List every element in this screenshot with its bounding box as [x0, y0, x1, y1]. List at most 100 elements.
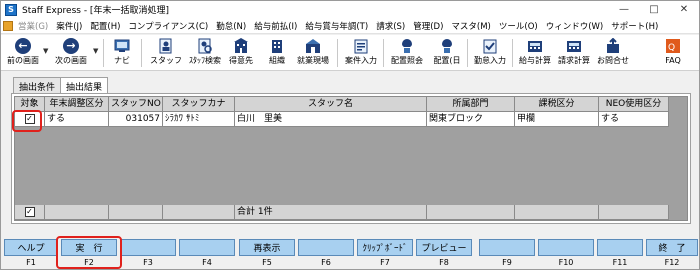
staff-search-button[interactable]: ｽﾀｯﾌ検索	[185, 37, 225, 69]
grid-header-row: 対象 年末調整区分 スタッフNO スタッフカナ スタッフ名 所属部門 課税区分 …	[15, 97, 669, 112]
maximize-icon[interactable]: □	[639, 1, 669, 18]
footer-cell	[163, 205, 235, 220]
svg-text:Q: Q	[668, 43, 675, 53]
cell-staff-no: 031057	[109, 112, 163, 127]
f1-key-label: F1	[26, 258, 36, 267]
tab-conditions[interactable]: 抽出条件	[13, 77, 62, 93]
faq-button[interactable]: Q FAQ	[659, 37, 687, 69]
col-tax[interactable]: 課税区分	[515, 97, 599, 112]
billing-icon	[565, 37, 583, 54]
minimize-icon[interactable]: —	[609, 1, 639, 18]
f6-button[interactable]	[298, 239, 354, 256]
forward-label: 次の画面	[55, 56, 87, 65]
org-label: 組織	[269, 56, 285, 65]
f11-key-label: F11	[612, 258, 628, 267]
org-icon	[268, 37, 286, 54]
menu-tools[interactable]: ツール(O)	[495, 20, 542, 32]
f7-clipboard-button[interactable]: ｸﾘｯﾌﾟﾎﾞｰﾄﾞ	[357, 239, 413, 256]
f4-button[interactable]	[179, 239, 235, 256]
staff-search-icon	[196, 37, 214, 54]
close-icon[interactable]: ✕	[669, 1, 699, 18]
title-bar: S Staff Express - [年末一括取消処理] — □ ✕	[1, 1, 699, 18]
client-label: 得意先	[229, 56, 253, 65]
forward-dropdown-icon[interactable]: ▼	[93, 47, 98, 55]
menu-logo-icon	[3, 20, 13, 31]
staff-button[interactable]: スタッフ	[150, 37, 182, 69]
assign-ref-button[interactable]: 配置照会	[387, 37, 427, 69]
col-staff-name[interactable]: スタッフ名	[235, 97, 427, 112]
faq-label: FAQ	[665, 56, 681, 65]
menu-assign[interactable]: 配置(H)	[86, 20, 124, 32]
footer-cell	[599, 205, 669, 220]
menu-attendance[interactable]: 勤怠(N)	[212, 20, 250, 32]
back-dropdown-icon[interactable]: ▼	[43, 47, 48, 55]
tab-results[interactable]: 抽出結果	[60, 77, 109, 94]
app-window: S Staff Express - [年末一括取消処理] — □ ✕ 営業(G)…	[0, 0, 700, 270]
menu-payroll[interactable]: 給与賞与年調(T)	[301, 20, 372, 32]
menu-compliance[interactable]: コンプライアンス(C)	[124, 20, 212, 32]
back-button[interactable]: ← 前の画面	[3, 37, 43, 69]
cell-staff-kana: ｼﾗｶﾜ ｻﾄﾐ	[163, 112, 235, 127]
f9-key-label: F9	[502, 258, 512, 267]
table-row[interactable]: ✓ する 031057 ｼﾗｶﾜ ｻﾄﾐ 白川 里美 関東ブロック 甲欄 する	[15, 112, 669, 127]
menu-admin[interactable]: 管理(D)	[409, 20, 447, 32]
f5-refresh-button[interactable]: 再表示	[239, 239, 295, 256]
menu-master[interactable]: マスタ(M)	[447, 20, 494, 32]
toolbar-divider	[467, 39, 468, 67]
menu-window[interactable]: ウィンドウ(W)	[542, 20, 608, 32]
f4-key-label: F4	[202, 258, 212, 267]
menu-sales[interactable]: 営業(G)	[14, 20, 52, 32]
menu-billing[interactable]: 請求(S)	[372, 20, 409, 32]
col-neo[interactable]: NEO使用区分	[599, 97, 669, 112]
col-staff-kana[interactable]: スタッフカナ	[163, 97, 235, 112]
payroll-icon	[526, 37, 544, 54]
f9-button[interactable]	[479, 239, 535, 256]
menu-support[interactable]: サポート(H)	[607, 20, 662, 32]
f1-help-button[interactable]: ヘルプ	[4, 239, 58, 256]
select-all-checkbox[interactable]: ✓	[24, 207, 35, 217]
footer-cell	[109, 205, 163, 220]
org-button[interactable]: 組織	[265, 37, 289, 69]
f5-key-label: F5	[262, 258, 272, 267]
f8-preview-button[interactable]: プレビュー	[416, 239, 472, 256]
inquiry-button[interactable]: お問合せ	[593, 37, 633, 69]
f7-key-label: F7	[380, 258, 390, 267]
site-button[interactable]: 就業現場	[293, 37, 333, 69]
toolbar-divider	[103, 39, 104, 67]
case-input-button[interactable]: 案件入力	[341, 37, 381, 69]
footer-total: 合計 1件	[235, 205, 427, 220]
f11-button[interactable]	[597, 239, 643, 256]
footer-checkbox-cell[interactable]: ✓	[15, 205, 45, 220]
f8-key-label: F8	[439, 258, 449, 267]
navi-button[interactable]: ナビ	[109, 37, 135, 69]
toolbar-divider	[383, 39, 384, 67]
menu-case[interactable]: 案件(J)	[52, 20, 86, 32]
col-dept[interactable]: 所属部門	[427, 97, 515, 112]
f3-button[interactable]	[120, 239, 176, 256]
f12-exit-button[interactable]: 終 了	[646, 239, 698, 256]
window-title: Staff Express - [年末一括取消処理]	[22, 6, 169, 16]
results-grid: 対象 年末調整区分 スタッフNO スタッフカナ スタッフ名 所属部門 課税区分 …	[14, 96, 688, 221]
inquiry-icon	[604, 37, 622, 54]
assign-ref-icon	[398, 37, 416, 54]
site-label: 就業現場	[297, 56, 329, 65]
attendance-label: 勤怠入力	[474, 56, 506, 65]
staff-label: スタッフ	[150, 56, 182, 65]
attendance-button[interactable]: 勤怠入力	[470, 37, 510, 69]
client-button[interactable]: 得意先	[227, 37, 255, 69]
toolbar-divider	[512, 39, 513, 67]
payroll-button[interactable]: 給与計算	[515, 37, 555, 69]
col-staff-no[interactable]: スタッフNO	[109, 97, 163, 112]
col-nencho-kubun[interactable]: 年末調整区分	[45, 97, 109, 112]
footer-cell	[427, 205, 515, 220]
forward-button[interactable]: → 次の画面	[51, 37, 91, 69]
navi-label: ナビ	[114, 56, 130, 65]
f10-button[interactable]	[538, 239, 594, 256]
assign-day-button[interactable]: 配置(日	[429, 37, 465, 69]
billing-button[interactable]: 請求計算	[554, 37, 594, 69]
menu-prepay[interactable]: 給与前払(I)	[250, 20, 301, 32]
payroll-label: 給与計算	[519, 56, 551, 65]
assign-day-icon	[438, 37, 456, 54]
billing-label: 請求計算	[558, 56, 590, 65]
f6-key-label: F6	[321, 258, 331, 267]
